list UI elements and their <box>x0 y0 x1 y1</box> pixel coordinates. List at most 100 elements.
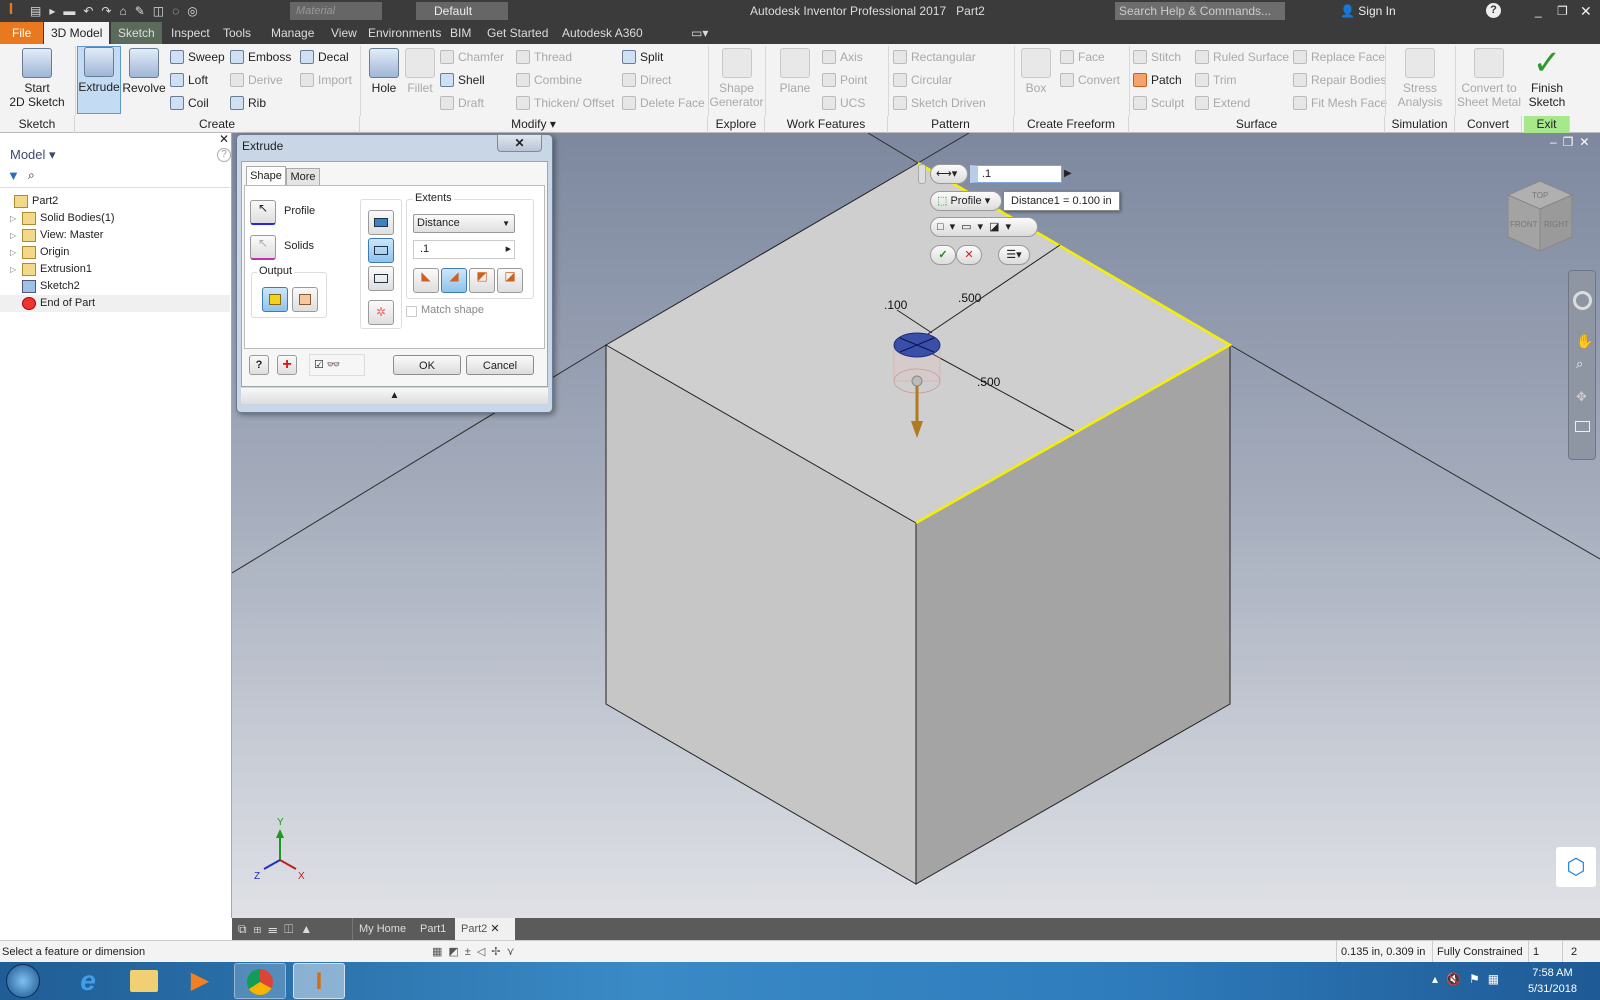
direction-1-button[interactable]: ◣ <box>413 268 439 293</box>
ribbon-ucs-button[interactable]: UCS <box>822 93 865 113</box>
share-button[interactable]: ⬡ <box>1556 847 1596 887</box>
tab-bim[interactable]: BIM <box>443 22 478 44</box>
tab-sketch[interactable]: Sketch <box>111 22 162 44</box>
ribbon-convert-to-sheet-metal-button[interactable]: Convert to Sheet Metal <box>1456 48 1522 116</box>
expand-arrow-icon[interactable]: ▶ <box>1064 165 1072 183</box>
close-button[interactable]: ✕ <box>1580 0 1592 22</box>
system-tray-icons[interactable]: ▴🔇⚑▦ <box>1432 972 1507 986</box>
tree-item-origin[interactable]: ▷ Origin <box>0 244 230 261</box>
sign-in-button[interactable]: 👤 Sign In <box>1340 0 1396 22</box>
ribbon-convert-button[interactable]: Convert <box>1060 70 1120 90</box>
browser-close-icon[interactable]: ✕ <box>219 132 229 146</box>
ribbon-axis-button[interactable]: Axis <box>822 47 863 67</box>
tab-more[interactable]: More <box>286 168 320 185</box>
profile-select-button[interactable]: ↖ <box>250 200 276 225</box>
tab-manage[interactable]: Manage <box>264 22 321 44</box>
file-explorer-icon[interactable] <box>118 963 170 999</box>
ribbon-stress-analysis-button[interactable]: Stress Analysis <box>1388 48 1452 116</box>
doc-tab-part2[interactable]: Part2 ✕ <box>455 918 515 940</box>
tree-item-view-master[interactable]: ▷ View: Master <box>0 227 230 244</box>
asymmetric-button[interactable]: ◪ <box>497 268 523 293</box>
tree-item-solid-bodies-1[interactable]: ▷ Solid Bodies(1) <box>0 210 230 227</box>
ribbon-shape-generator-button[interactable]: Shape Generator <box>709 48 764 116</box>
clock[interactable]: 7:58 AM 5/31/2018 <box>1528 965 1577 997</box>
help-button[interactable]: ? <box>249 355 269 375</box>
ribbon-patch-button[interactable]: Patch <box>1133 70 1182 90</box>
ribbon-delete-face-button[interactable]: Delete Face <box>622 93 705 113</box>
ribbon-loft-button[interactable]: Loft <box>170 70 208 90</box>
steering-wheel-icon[interactable] <box>1573 291 1592 310</box>
start-button[interactable] <box>6 964 40 998</box>
ribbon-extrude-button[interactable]: Extrude <box>77 46 121 114</box>
ribbon-draft-button[interactable]: Draft <box>440 93 484 113</box>
look-at-icon[interactable] <box>1575 421 1590 432</box>
tab-file[interactable]: File <box>0 22 44 44</box>
quick-access-toolbar[interactable]: ▤▸▬↶↷⌂✎◫◌◎ <box>30 4 330 18</box>
output-dropdown[interactable]: □▾▭▾◪▾ <box>930 217 1038 237</box>
ribbon-sweep-button[interactable]: Sweep <box>170 47 225 67</box>
ribbon-start-2d-sketch-button[interactable]: Start 2D Sketch <box>4 48 70 116</box>
dimension-type-dropdown[interactable]: ⟷▾ <box>930 164 968 184</box>
ribbon-coil-button[interactable]: Coil <box>170 93 209 113</box>
drag-handle[interactable] <box>911 375 923 387</box>
dialog-close-button[interactable]: ✕ <box>497 134 542 152</box>
extents-type-select[interactable]: Distance ▼ <box>413 214 515 233</box>
minimize-button[interactable]: _ <box>1535 0 1542 22</box>
chrome-icon[interactable] <box>234 963 286 999</box>
viewcube-front[interactable]: FRONT <box>1510 220 1538 229</box>
panel-options-icon[interactable]: ▭▾ <box>684 22 715 44</box>
tab-autodesk-a360[interactable]: Autodesk A360 <box>555 22 650 44</box>
window-layout-icons[interactable]: ⧉⊞☰◫▲ <box>238 918 319 940</box>
output-surface-button[interactable] <box>292 287 318 312</box>
distance-input[interactable]: .1 <box>970 165 1062 183</box>
ribbon-sketch-driven-button[interactable]: Sketch Driven <box>893 93 986 113</box>
help-icon[interactable]: ? <box>1486 3 1501 18</box>
ribbon-ruled-surface-button[interactable]: Ruled Surface <box>1195 47 1289 67</box>
ribbon-plane-button[interactable]: Plane <box>775 48 815 116</box>
tab-environments[interactable]: Environments <box>361 22 448 44</box>
ok-button[interactable]: OK <box>393 355 461 375</box>
restore-button[interactable]: ❐ <box>1557 0 1568 22</box>
viewport-window-controls[interactable]: –❐✕ <box>1550 135 1596 149</box>
cancel-x-button[interactable]: ✕ <box>956 245 982 265</box>
symmetric-button[interactable]: ◩ <box>469 268 495 293</box>
profile-selector[interactable]: ⬚ Profile ▾ <box>930 191 1002 211</box>
cancel-button[interactable]: Cancel <box>466 355 534 375</box>
ribbon-repair-bodies-button[interactable]: Repair Bodies <box>1293 70 1386 90</box>
ribbon-derive-button[interactable]: Derive <box>230 70 283 90</box>
tree-item-sketch2[interactable]: Sketch2 <box>0 278 230 295</box>
doc-tab-part1[interactable]: Part1 <box>414 918 452 940</box>
new-solid-button[interactable]: ✲ <box>368 300 394 325</box>
internet-explorer-icon[interactable]: e <box>62 963 114 999</box>
app-logo[interactable]: I <box>3 1 19 21</box>
viewcube[interactable]: TOP FRONT RIGHT <box>1506 180 1574 252</box>
ribbon-chamfer-button[interactable]: Chamfer <box>440 47 504 67</box>
match-shape-checkbox[interactable] <box>406 306 417 317</box>
viewcube-right[interactable]: RIGHT <box>1544 220 1569 229</box>
tab-view[interactable]: View <box>324 22 364 44</box>
dialog-title[interactable]: Extrude <box>242 139 283 153</box>
options-dropdown[interactable]: ☰▾ <box>998 245 1030 265</box>
search-input[interactable]: Search Help & Commands... <box>1115 2 1285 20</box>
tree-item-part2[interactable]: Part2 <box>0 193 230 210</box>
navigation-bar[interactable]: ✋ ⌕ ✥ <box>1568 270 1596 460</box>
expand-arrow-icon[interactable]: ▷ <box>10 227 16 244</box>
ribbon-hole-button[interactable]: Hole <box>367 48 401 116</box>
ok-check-button[interactable]: ✓ <box>930 245 956 265</box>
orbit-icon[interactable]: ✥ <box>1576 389 1587 405</box>
ribbon-fillet-button[interactable]: Fillet <box>403 48 437 116</box>
dimension-label[interactable]: .100 <box>884 298 908 312</box>
ribbon-import-button[interactable]: Import <box>300 70 352 90</box>
ribbon-finish-sketch-button[interactable]: ✓ Finish Sketch <box>1522 46 1572 116</box>
expand-arrow-icon[interactable]: ▷ <box>10 244 16 261</box>
ribbon-fit-mesh-face-button[interactable]: Fit Mesh Face <box>1293 93 1387 113</box>
tab-get-started[interactable]: Get Started <box>480 22 555 44</box>
pan-icon[interactable]: ✋ <box>1576 333 1593 350</box>
direction-2-button[interactable]: ◢ <box>441 268 467 293</box>
expand-arrow-icon[interactable]: ▷ <box>10 261 16 278</box>
ribbon-emboss-button[interactable]: Emboss <box>230 47 291 67</box>
ribbon-replace-face-button[interactable]: Replace Face <box>1293 47 1385 67</box>
ribbon-rectangular-button[interactable]: Rectangular <box>893 47 976 67</box>
doc-tab-my-home[interactable]: My Home <box>352 918 412 940</box>
ribbon-trim-button[interactable]: Trim <box>1195 70 1237 90</box>
